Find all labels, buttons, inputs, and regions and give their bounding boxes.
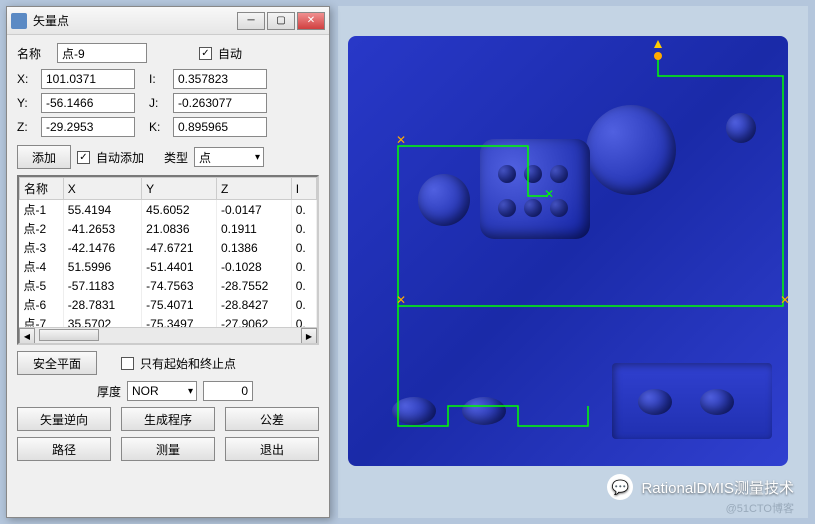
measure-button[interactable]: 测量 (121, 437, 215, 461)
vector-point-dialog: 矢量点 ─ ▢ ✕ 名称 自动 X: Y: Z: I: J: K: (6, 6, 330, 518)
tool-path: ✕ ✕ ✕ ✕ (338, 6, 808, 518)
table-row[interactable]: 点-155.419445.6052-0.01470. (20, 200, 317, 220)
window-title: 矢量点 (33, 12, 237, 29)
name-label: 名称 (17, 45, 51, 62)
thickness-label: 厚度 (97, 383, 121, 400)
auto-checkbox[interactable] (199, 47, 212, 60)
only-ends-label: 只有起始和终止点 (140, 355, 236, 372)
points-table[interactable]: 名称XYZI 点-155.419445.6052-0.01470.点-2-41.… (19, 177, 317, 345)
table-row[interactable]: 点-3-42.1476-47.67210.13860. (20, 238, 317, 257)
column-header[interactable]: Y (142, 178, 217, 200)
scroll-right-icon[interactable]: ▶ (301, 328, 317, 344)
svg-text:✕: ✕ (780, 293, 790, 307)
auto-add-label: 自动添加 (96, 149, 144, 166)
table-row[interactable]: 点-6-28.7831-75.4071-28.84270. (20, 295, 317, 314)
auto-label: 自动 (218, 45, 242, 62)
column-header[interactable]: Z (216, 178, 291, 200)
k-label: K: (149, 120, 167, 134)
z-input[interactable] (41, 117, 135, 137)
x-input[interactable] (41, 69, 135, 89)
only-ends-checkbox[interactable] (121, 357, 134, 370)
svg-text:✕: ✕ (396, 133, 406, 147)
viewport-3d[interactable]: ✕ ✕ ✕ ✕ RationalDMIS测量技术 @51CTO博客 (338, 6, 808, 518)
name-input[interactable] (57, 43, 147, 63)
wechat-icon (607, 474, 633, 500)
tolerance-button[interactable]: 公差 (225, 407, 319, 431)
y-label: Y: (17, 96, 35, 110)
j-input[interactable] (173, 93, 267, 113)
i-label: I: (149, 72, 167, 86)
scroll-thumb[interactable] (39, 329, 99, 341)
x-label: X: (17, 72, 35, 86)
table-row[interactable]: 点-451.5996-51.4401-0.10280. (20, 257, 317, 276)
exit-button[interactable]: 退出 (225, 437, 319, 461)
add-button[interactable]: 添加 (17, 145, 71, 169)
table-row[interactable]: 点-5-57.1183-74.7563-28.75520. (20, 276, 317, 295)
titlebar[interactable]: 矢量点 ─ ▢ ✕ (7, 7, 329, 35)
reverse-vector-button[interactable]: 矢量逆向 (17, 407, 111, 431)
type-label: 类型 (164, 149, 188, 166)
watermark-sub: @51CTO博客 (726, 500, 794, 516)
safe-plane-button[interactable]: 安全平面 (17, 351, 97, 375)
thickness-input[interactable] (203, 381, 253, 401)
minimize-button[interactable]: ─ (237, 12, 265, 30)
auto-add-checkbox[interactable] (77, 151, 90, 164)
path-button[interactable]: 路径 (17, 437, 111, 461)
thickness-mode-select[interactable]: NOR (127, 381, 197, 401)
svg-text:✕: ✕ (544, 187, 554, 201)
column-header[interactable]: 名称 (20, 178, 64, 200)
app-icon (11, 13, 27, 29)
generate-program-button[interactable]: 生成程序 (121, 407, 215, 431)
j-label: J: (149, 96, 167, 110)
horizontal-scrollbar[interactable]: ◀ ▶ (19, 327, 317, 343)
table-row[interactable]: 点-2-41.265321.08360.19110. (20, 219, 317, 238)
i-input[interactable] (173, 69, 267, 89)
y-input[interactable] (41, 93, 135, 113)
maximize-button[interactable]: ▢ (267, 12, 295, 30)
scroll-left-icon[interactable]: ◀ (19, 328, 35, 344)
k-input[interactable] (173, 117, 267, 137)
close-button[interactable]: ✕ (297, 12, 325, 30)
points-table-wrap: 名称XYZI 点-155.419445.6052-0.01470.点-2-41.… (17, 175, 319, 345)
column-header[interactable]: I (291, 178, 316, 200)
watermark: RationalDMIS测量技术 (607, 474, 794, 500)
z-label: Z: (17, 120, 35, 134)
svg-text:✕: ✕ (396, 293, 406, 307)
column-header[interactable]: X (63, 178, 141, 200)
watermark-text: RationalDMIS测量技术 (641, 477, 794, 498)
type-select[interactable]: 点 (194, 147, 264, 167)
